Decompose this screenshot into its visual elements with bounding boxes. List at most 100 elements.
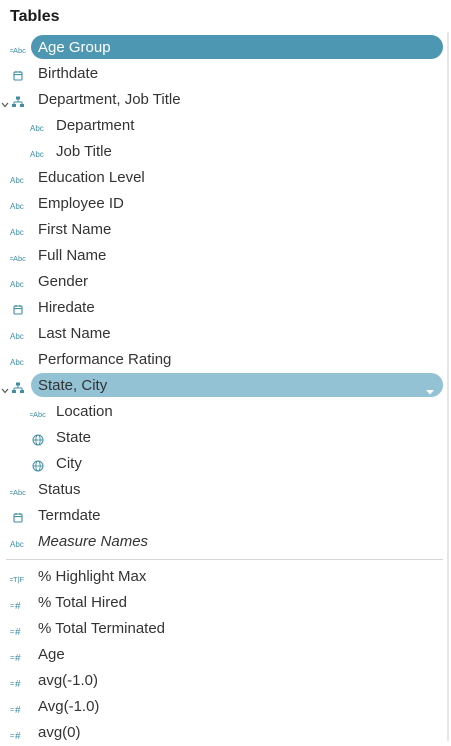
field-label: Gender	[38, 273, 89, 290]
svg-text:=: =	[10, 707, 14, 714]
svg-text:=: =	[10, 733, 14, 740]
dimension-field-state[interactable]: State	[0, 425, 447, 451]
field-label: avg(-1.0)	[38, 672, 99, 689]
svg-text:#: #	[15, 679, 21, 689]
svg-text:Abc: Abc	[13, 46, 26, 55]
svg-text:Abc: Abc	[10, 202, 24, 211]
hierarchy-icon	[10, 95, 26, 107]
field-label: Last Name	[38, 325, 111, 342]
svg-text:Abc: Abc	[30, 150, 44, 159]
dimension-field-hiredate[interactable]: Hiredate	[0, 295, 447, 321]
dimension-field-termdate[interactable]: Termdate	[0, 503, 447, 529]
abc-icon: Abc	[10, 355, 26, 367]
scrollbar-track[interactable]	[447, 32, 449, 741]
measure-field-total-terminated[interactable]: = # % Total Terminated	[0, 616, 447, 642]
dimension-field-first-name[interactable]: Abc First Name	[0, 217, 447, 243]
field-label: Department, Job Title	[38, 91, 181, 108]
svg-text:=: =	[10, 629, 14, 636]
field-label: % Highlight Max	[38, 568, 147, 585]
dimension-field-employee-id[interactable]: Abc Employee ID	[0, 191, 447, 217]
field-label: Employee ID	[38, 195, 124, 212]
field-label: State, City	[38, 377, 108, 394]
field-label: Birthdate	[38, 65, 99, 82]
dimension-field-last-name[interactable]: Abc Last Name	[0, 321, 447, 347]
field-label: First Name	[38, 221, 112, 238]
abc-calc-icon: = Abc	[9, 485, 26, 497]
dimension-field-full-name[interactable]: = Abc Full Name	[0, 243, 447, 269]
measure-field-avg-1-0[interactable]: = # Avg(-1.0)	[0, 694, 447, 720]
number-calc-icon: = #	[10, 650, 26, 664]
field-label: Avg(-1.0)	[38, 698, 100, 715]
calendar-icon	[10, 303, 26, 315]
field-label: Education Level	[38, 169, 145, 186]
calendar-icon	[10, 511, 26, 523]
abc-calc-icon: = Abc	[9, 251, 26, 263]
abc-icon: Abc	[30, 147, 46, 159]
field-label: % Total Terminated	[38, 620, 166, 637]
svg-text:#: #	[15, 731, 21, 741]
dropdown-caret-icon[interactable]	[426, 382, 434, 400]
svg-text:Abc: Abc	[10, 540, 24, 549]
measure-field-avg-0[interactable]: = # avg(0)	[0, 720, 447, 746]
number-calc-icon: = #	[10, 624, 26, 638]
field-list: = Abc Age Group Birthdate Department, Job Ti…	[0, 35, 447, 746]
dimension-field-city[interactable]: City	[0, 451, 447, 477]
field-label: Age Group	[38, 39, 111, 56]
dimension-field-state-city[interactable]: State, City	[0, 373, 447, 399]
svg-text:Abc: Abc	[10, 176, 24, 185]
field-label: State	[56, 429, 92, 446]
field-label: Performance Rating	[38, 351, 172, 368]
measure-field-age[interactable]: = # Age	[0, 642, 447, 668]
svg-text:Abc: Abc	[10, 228, 24, 237]
field-label: Hiredate	[38, 299, 95, 316]
abc-icon: Abc	[10, 277, 26, 289]
dimension-field-job-title[interactable]: Abc Job Title	[0, 139, 447, 165]
dimension-field-department[interactable]: Abc Department	[0, 113, 447, 139]
svg-text:#: #	[15, 601, 21, 611]
dimensions-measures-divider	[6, 559, 443, 560]
svg-text:=: =	[10, 655, 14, 662]
dimension-field-department-job-title[interactable]: Department, Job Title	[0, 87, 447, 113]
svg-text:Abc: Abc	[13, 488, 26, 497]
abc-icon: Abc	[10, 329, 26, 341]
measure-field-avg-1-0[interactable]: = # avg(-1.0)	[0, 668, 447, 694]
abc-group-icon: = Abc	[9, 43, 26, 55]
hierarchy-icon	[10, 381, 26, 393]
chevron-down-icon[interactable]	[1, 381, 9, 399]
field-label: Location	[56, 403, 113, 420]
dimension-field-status[interactable]: = Abc Status	[0, 477, 447, 503]
svg-text:Abc: Abc	[30, 124, 44, 133]
calendar-icon	[10, 69, 26, 81]
svg-text:Abc: Abc	[10, 358, 24, 367]
field-label: Termdate	[38, 507, 101, 524]
field-label: Department	[56, 117, 135, 134]
globe-icon	[30, 433, 46, 446]
chevron-down-icon[interactable]	[1, 95, 9, 113]
abc-icon: Abc	[10, 199, 26, 211]
abc-icon: Abc	[10, 225, 26, 237]
measure-field-total-hired[interactable]: = # % Total Hired	[0, 590, 447, 616]
dimension-field-gender[interactable]: Abc Gender	[0, 269, 447, 295]
number-calc-icon: = #	[10, 728, 26, 742]
svg-text:#: #	[15, 705, 21, 715]
number-calc-icon: = #	[10, 676, 26, 690]
dimension-field-performance-rating[interactable]: Abc Performance Rating	[0, 347, 447, 373]
dimension-field-birthdate[interactable]: Birthdate	[0, 61, 447, 87]
dimension-field-measure-names[interactable]: Abc Measure Names	[0, 529, 447, 555]
svg-text:=: =	[10, 681, 14, 688]
field-label: City	[56, 455, 82, 472]
number-calc-icon: = #	[10, 598, 26, 612]
tables-header: Tables	[10, 8, 60, 25]
field-label: Full Name	[38, 247, 107, 264]
dimension-field-education-level[interactable]: Abc Education Level	[0, 165, 447, 191]
abc-calc-icon: = Abc	[29, 407, 46, 419]
svg-text:=: =	[10, 603, 14, 610]
dimension-field-age-group[interactable]: = Abc Age Group	[0, 35, 447, 61]
svg-text:Abc: Abc	[10, 332, 24, 341]
svg-text:T|F: T|F	[13, 575, 25, 584]
field-label: Job Title	[56, 143, 112, 160]
measure-field-highlight-max[interactable]: = T|F % Highlight Max	[0, 564, 447, 590]
dimension-field-location[interactable]: = Abc Location	[0, 399, 447, 425]
field-label: Measure Names	[38, 533, 149, 550]
svg-text:#: #	[15, 627, 21, 637]
